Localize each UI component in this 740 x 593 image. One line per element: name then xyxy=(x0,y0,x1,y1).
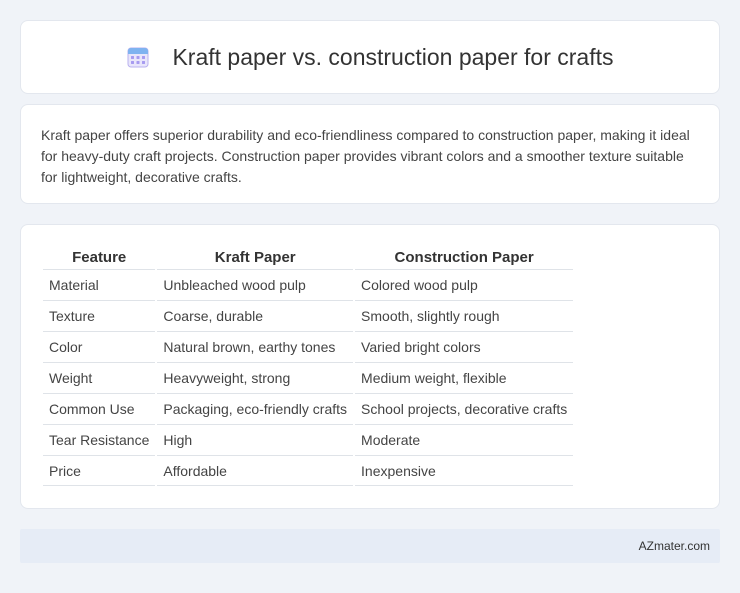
table-row: Tear Resistance High Moderate xyxy=(43,424,574,455)
table-header-row: Feature Kraft Paper Construction Paper xyxy=(43,245,573,269)
comparison-table: Feature Kraft Paper Construction Paper M… xyxy=(41,245,575,486)
title-card: Kraft paper vs. construction paper for c… xyxy=(20,20,720,94)
table-cell: Common Use xyxy=(43,393,156,424)
table-cell: Medium weight, flexible xyxy=(355,362,574,393)
table-cell: High xyxy=(157,424,354,455)
table-cell: Heavyweight, strong xyxy=(157,362,354,393)
table-cell: Coarse, durable xyxy=(157,300,354,331)
table-cell: Moderate xyxy=(355,424,574,455)
table-cell: Weight xyxy=(43,362,156,393)
table-cell: Price xyxy=(43,455,156,486)
column-header-construction-paper: Construction Paper xyxy=(394,248,534,266)
table-cell: Tear Resistance xyxy=(43,424,156,455)
table-row: Weight Heavyweight, strong Medium weight… xyxy=(43,362,574,393)
table-row: Common Use Packaging, eco-friendly craft… xyxy=(43,393,574,424)
table-cell: Varied bright colors xyxy=(355,331,574,362)
table-cell: Smooth, slightly rough xyxy=(355,300,574,331)
table-cell: School projects, decorative crafts xyxy=(355,393,574,424)
table-cell: Color xyxy=(43,331,156,362)
table-cell: Texture xyxy=(43,300,156,331)
table-cell: Packaging, eco-friendly crafts xyxy=(157,393,354,424)
table-cell: Inexpensive xyxy=(355,455,574,486)
table-row: Price Affordable Inexpensive xyxy=(43,455,574,486)
column-header-kraft-paper: Kraft Paper xyxy=(214,248,296,266)
footer-site-link[interactable]: AZmater.com xyxy=(639,539,710,553)
comparison-card: Feature Kraft Paper Construction Paper M… xyxy=(20,224,720,509)
calendar-icon xyxy=(126,45,150,69)
table-cell: Material xyxy=(43,269,156,300)
footer: AZmater.com xyxy=(20,529,720,563)
summary-text: Kraft paper offers superior durability a… xyxy=(41,127,690,185)
column-header-feature: Feature xyxy=(72,248,127,266)
table-row: Material Unbleached wood pulp Colored wo… xyxy=(43,269,574,300)
summary-card: Kraft paper offers superior durability a… xyxy=(20,104,720,204)
table-cell: Unbleached wood pulp xyxy=(157,269,354,300)
table-cell: Natural brown, earthy tones xyxy=(157,331,354,362)
table-row: Color Natural brown, earthy tones Varied… xyxy=(43,331,574,362)
table-cell: Colored wood pulp xyxy=(355,269,574,300)
table-cell: Affordable xyxy=(157,455,354,486)
page-title: Kraft paper vs. construction paper for c… xyxy=(172,43,614,70)
table-row: Texture Coarse, durable Smooth, slightly… xyxy=(43,300,574,331)
